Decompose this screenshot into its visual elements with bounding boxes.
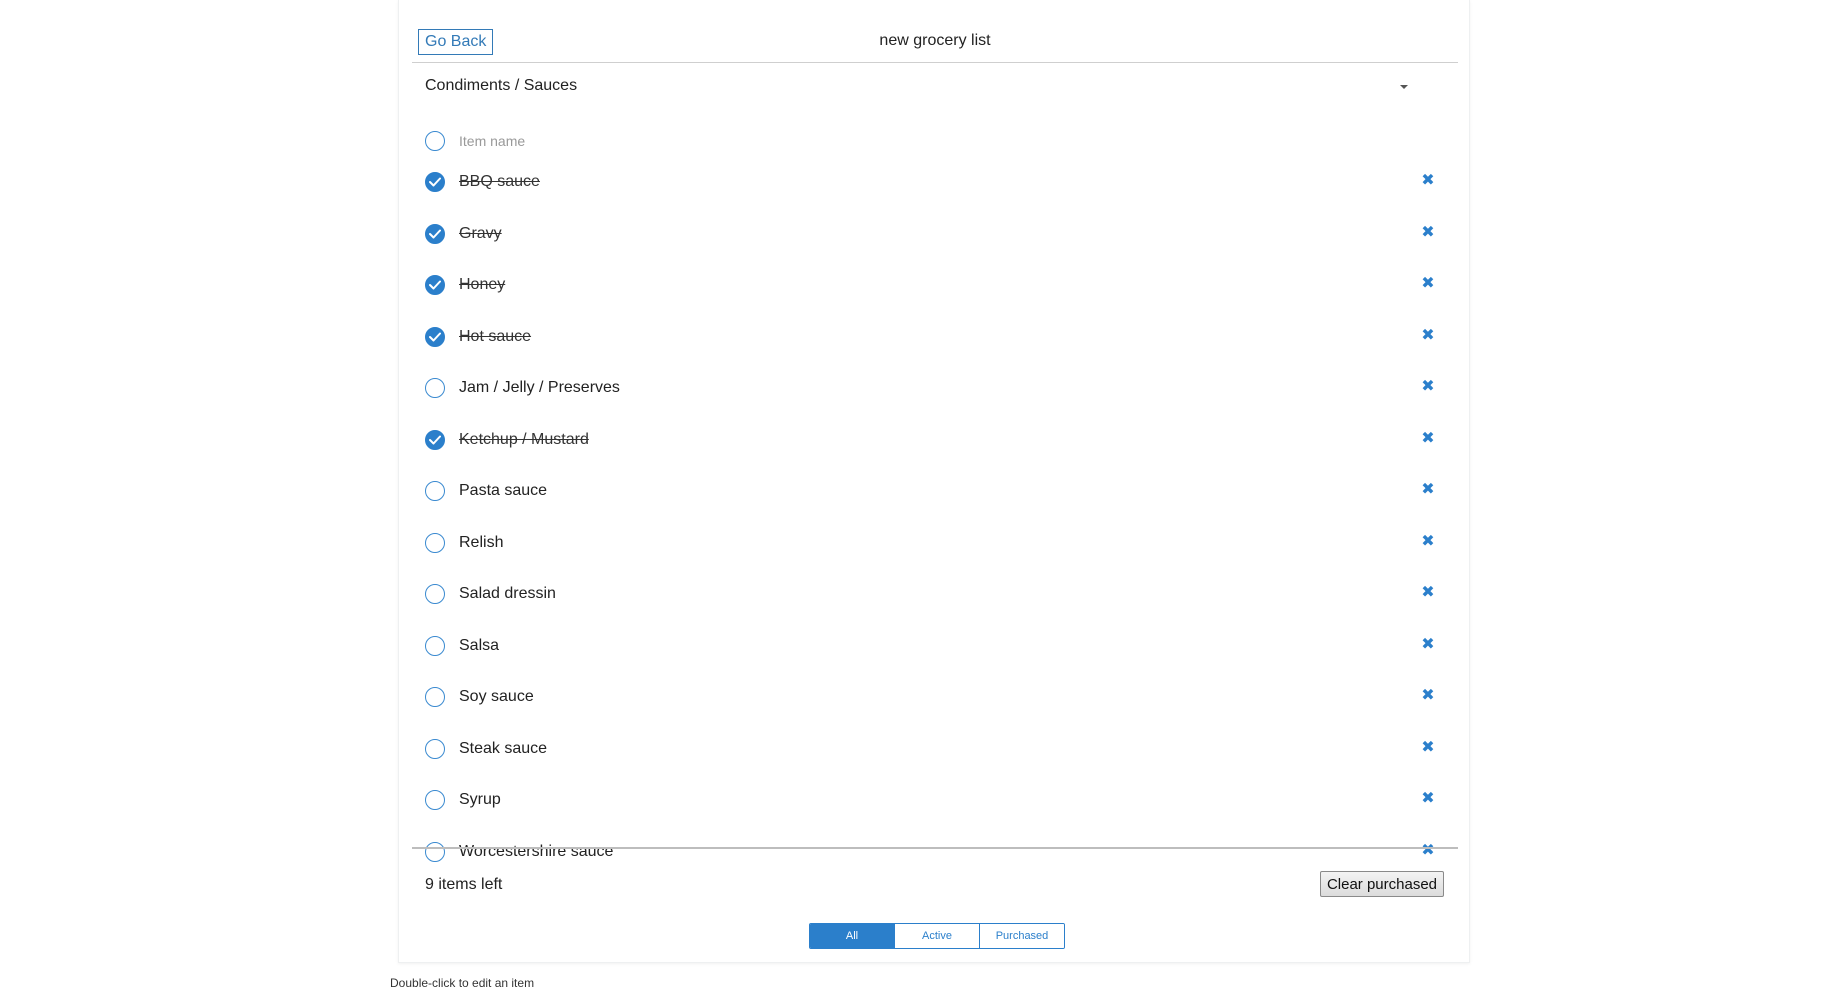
item-label: Relish [459, 533, 504, 551]
item-checkbox[interactable] [425, 429, 445, 450]
toggle-all-checkbox[interactable] [425, 131, 445, 151]
close-icon[interactable]: ✖ [1420, 842, 1436, 859]
item-label: Soy sauce [459, 688, 534, 705]
item-label: Honey [459, 276, 506, 293]
item-checkbox[interactable] [425, 275, 445, 295]
close-icon[interactable]: ✖ [1420, 533, 1436, 550]
item-checkbox[interactable] [425, 584, 445, 604]
filter-active-button[interactable]: Active [894, 924, 979, 948]
close-icon[interactable]: ✖ [1420, 585, 1436, 601]
close-icon[interactable]: ✖ [1420, 327, 1436, 344]
edit-hint: Double-click to edit an item [390, 976, 535, 990]
item-checkbox[interactable] [425, 841, 445, 862]
item-checkbox[interactable] [425, 481, 445, 501]
item-checkbox[interactable] [425, 378, 445, 398]
item-checkbox[interactable] [425, 223, 445, 244]
filter-group: All Active Purchased [809, 923, 1065, 949]
item-checkbox[interactable] [425, 687, 445, 707]
item-label: BBQ sauce [459, 173, 540, 190]
list-item[interactable]: Soy sauce ✖ [412, 675, 1458, 724]
item-label: Ketchup / Mustard [459, 430, 589, 448]
item-checkbox[interactable] [425, 738, 445, 759]
close-icon[interactable]: ✖ [1420, 791, 1436, 807]
filter-all-button[interactable]: All [810, 924, 894, 948]
close-icon[interactable]: ✖ [1420, 636, 1436, 653]
list-item[interactable]: Hot sauce ✖ [412, 315, 1458, 364]
close-icon[interactable]: ✖ [1420, 739, 1436, 756]
item-label: Salad dressin [459, 585, 556, 602]
item-label: Steak sauce [459, 739, 548, 757]
item-label: Hot sauce [459, 327, 532, 345]
list-item[interactable]: Ketchup / Mustard ✖ [412, 418, 1458, 467]
item-checkbox[interactable] [425, 532, 445, 553]
caret-down-icon [1400, 85, 1408, 89]
item-label: Worcestershire sauce [459, 842, 614, 860]
close-icon[interactable]: ✖ [1420, 276, 1436, 292]
item-checkbox[interactable] [425, 635, 445, 656]
close-icon[interactable]: ✖ [1420, 482, 1436, 498]
item-label: Pasta sauce [459, 482, 548, 499]
grocery-list-card: Go Back new grocery list Condiments / Sa… [398, 0, 1470, 963]
close-icon[interactable]: ✖ [1420, 688, 1436, 704]
item-label: Jam / Jelly / Preserves [459, 379, 620, 396]
list-item[interactable]: Gravy ✖ [412, 212, 1458, 261]
list-header: Go Back new grocery list [412, 0, 1458, 63]
list-divider [412, 847, 1458, 849]
new-item-input[interactable] [459, 133, 1059, 149]
close-icon[interactable]: ✖ [1420, 173, 1436, 189]
list-item[interactable]: Worcestershire sauce ✖ [412, 830, 1458, 879]
list-item[interactable]: Pasta sauce ✖ [412, 469, 1458, 518]
list-item[interactable]: Salad dressin ✖ [412, 572, 1458, 621]
item-label: Gravy [459, 224, 502, 242]
items-left-count: 9 items left [425, 876, 503, 893]
item-checkbox[interactable] [425, 172, 445, 192]
close-icon[interactable]: ✖ [1420, 430, 1436, 447]
clear-purchased-button[interactable]: Clear purchased [1319, 871, 1444, 897]
list-item[interactable]: Syrup ✖ [412, 778, 1458, 827]
list-item[interactable]: Jam / Jelly / Preserves ✖ [412, 366, 1458, 415]
item-label: Syrup [459, 791, 501, 808]
filter-purchased-button[interactable]: Purchased [979, 924, 1064, 948]
list-item[interactable]: Relish ✖ [412, 521, 1458, 570]
category-label: Condiments / Sauces [425, 77, 578, 94]
close-icon[interactable]: ✖ [1420, 379, 1436, 395]
item-label: Salsa [459, 636, 500, 654]
list-item[interactable]: Steak sauce ✖ [412, 727, 1458, 776]
close-icon[interactable]: ✖ [1420, 224, 1436, 241]
list-title: new grocery list [879, 32, 991, 49]
list-item[interactable]: BBQ sauce ✖ [412, 160, 1458, 209]
item-checkbox[interactable] [425, 790, 445, 810]
category-select[interactable]: Condiments / Sauces [425, 77, 1435, 97]
list-item[interactable]: Salsa ✖ [412, 624, 1458, 673]
list-item[interactable]: Honey ✖ [412, 263, 1458, 312]
item-checkbox[interactable] [425, 326, 445, 347]
